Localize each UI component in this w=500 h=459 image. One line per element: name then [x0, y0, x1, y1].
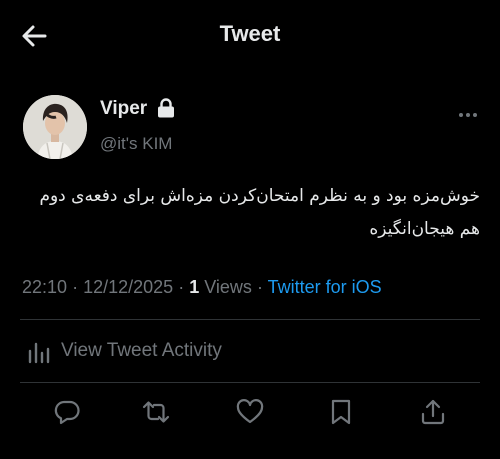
more-options-icon[interactable]: [456, 105, 480, 125]
separator-dot: ·: [178, 277, 185, 297]
author-display-name[interactable]: Viper: [100, 98, 147, 120]
divider: [20, 319, 480, 320]
like-icon[interactable]: [235, 397, 265, 427]
views-count: 1: [189, 277, 200, 297]
client-link[interactable]: Twitter for iOS: [268, 277, 382, 297]
tweet-text: خوش‌مزه بود و به نظرم امتحان‌کردن مزه‌اش…: [39, 186, 480, 239]
reply-icon[interactable]: [52, 397, 82, 427]
views-label: Views: [204, 277, 252, 297]
tweet-metadata: 22:10 · 12/12/2025 · 1 Views · Twitter f…: [22, 277, 382, 298]
lock-icon: [157, 98, 175, 118]
tweet-date[interactable]: 12/12/2025: [83, 277, 173, 297]
header-bar: Tweet: [0, 0, 500, 70]
view-tweet-activity-button[interactable]: View Tweet Activity: [20, 334, 480, 368]
view-tweet-activity-label: View Tweet Activity: [61, 340, 222, 361]
separator-dot: ·: [72, 277, 79, 297]
analytics-icon: [27, 340, 51, 364]
bookmark-icon[interactable]: [326, 397, 356, 427]
share-icon[interactable]: [418, 397, 448, 427]
retweet-icon[interactable]: [141, 397, 171, 427]
divider: [20, 382, 480, 383]
separator-dot: ·: [256, 277, 263, 297]
avatar[interactable]: [23, 95, 87, 159]
page-title: Tweet: [219, 21, 281, 46]
tweet-time[interactable]: 22:10: [22, 277, 67, 297]
author-handle[interactable]: @it's KIM: [100, 134, 172, 154]
